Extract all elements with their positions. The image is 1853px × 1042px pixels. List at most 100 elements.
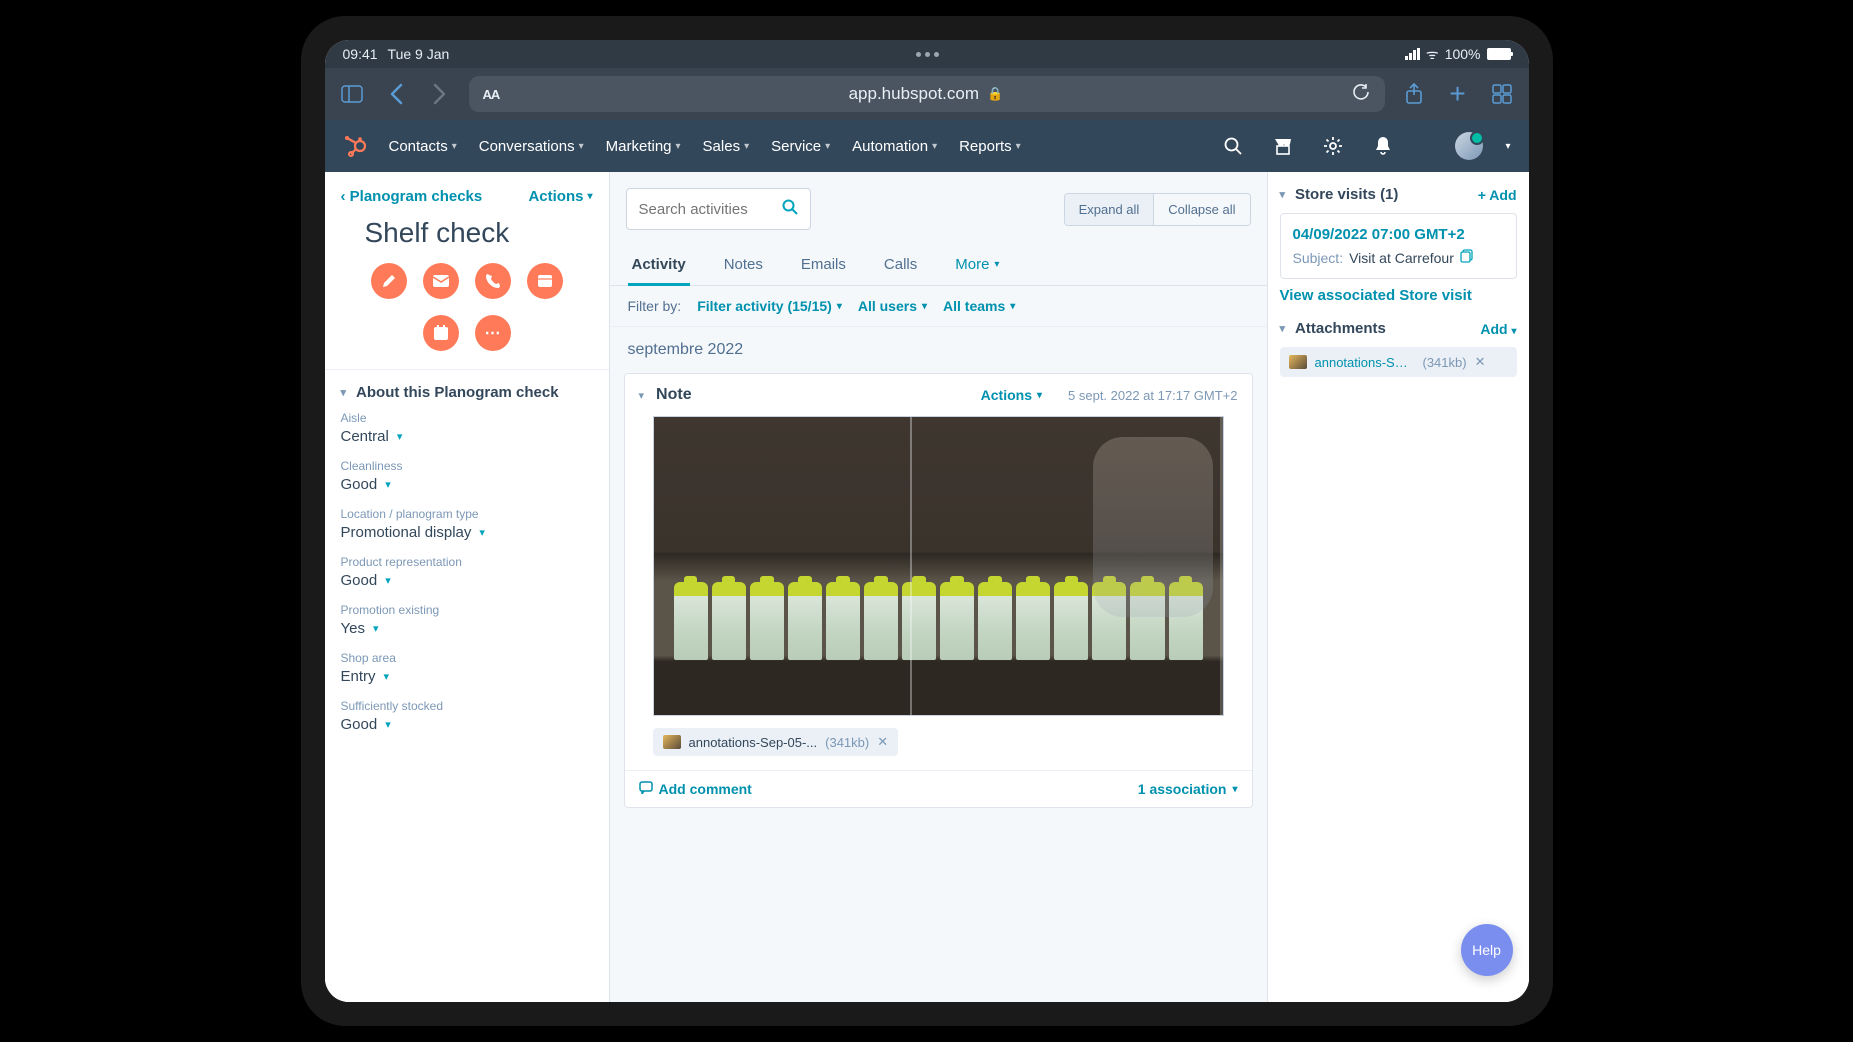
- help-button[interactable]: Help: [1461, 924, 1513, 976]
- url-text: app.hubspot.com: [849, 84, 979, 104]
- settings-icon[interactable]: [1319, 132, 1347, 160]
- nav-automation[interactable]: Automation▾: [852, 138, 937, 155]
- status-time: 09:41: [343, 46, 378, 62]
- about-section-title: About this Planogram check: [356, 384, 559, 401]
- task-button[interactable]: [423, 315, 459, 351]
- tab-notes[interactable]: Notes: [720, 246, 767, 285]
- comment-icon: [639, 781, 653, 797]
- battery-pct: 100%: [1445, 46, 1481, 62]
- sidebar-toggle-icon[interactable]: [337, 79, 367, 109]
- property-sufficiently-stocked-value[interactable]: Good▾: [341, 716, 593, 733]
- account-menu-caret-icon[interactable]: ▾: [1505, 141, 1510, 152]
- property-shop-area: Shop area Entry▾: [341, 651, 593, 685]
- property-location-type-value[interactable]: Promotional display▾: [341, 524, 593, 541]
- filter-teams[interactable]: All teams▾: [943, 298, 1015, 314]
- more-actions-button[interactable]: ⋯: [475, 315, 511, 351]
- nav-reports[interactable]: Reports▾: [959, 138, 1021, 155]
- user-avatar[interactable]: [1455, 132, 1483, 160]
- global-search-icon[interactable]: [1219, 132, 1247, 160]
- store-visits-title: Store visits (1): [1295, 186, 1398, 203]
- attachment-thumb-icon: [1289, 355, 1307, 369]
- note-attachment-remove-icon[interactable]: ✕: [877, 734, 888, 750]
- note-title: Note: [656, 386, 692, 404]
- property-aisle: Aisle Central▾: [341, 411, 593, 445]
- ipad-status-bar: 09:41 Tue 9 Jan ᯤ 100%: [325, 40, 1529, 68]
- attachment-name: annotations-Sep-0...: [1315, 355, 1415, 370]
- property-cleanliness: Cleanliness Good▾: [341, 459, 593, 493]
- record-actions-menu[interactable]: Actions▾: [528, 188, 592, 205]
- nav-service[interactable]: Service▾: [771, 138, 830, 155]
- compose-note-button[interactable]: [371, 263, 407, 299]
- search-icon[interactable]: [782, 199, 798, 220]
- note-actions-menu[interactable]: Actions▾: [981, 387, 1042, 403]
- property-sufficiently-stocked: Sufficiently stocked Good▾: [341, 699, 593, 733]
- nav-marketing[interactable]: Marketing▾: [606, 138, 681, 155]
- expand-all-button[interactable]: Expand all: [1065, 194, 1154, 225]
- property-list: Aisle Central▾ Cleanliness Good▾ Locatio…: [325, 411, 609, 745]
- share-icon[interactable]: [1399, 79, 1429, 109]
- attachments-toggle[interactable]: ▾ Attachments: [1280, 320, 1386, 337]
- property-promotion-existing-value[interactable]: Yes▾: [341, 620, 593, 637]
- nav-sales[interactable]: Sales▾: [703, 138, 750, 155]
- note-collapse-icon[interactable]: ▾: [639, 389, 645, 402]
- property-product-rep-value[interactable]: Good▾: [341, 572, 593, 589]
- email-button[interactable]: [423, 263, 459, 299]
- status-date: Tue 9 Jan: [388, 46, 450, 62]
- hubspot-top-nav: Contacts▾ Conversations▾ Marketing▾ Sale…: [325, 120, 1529, 172]
- attachment-chip[interactable]: annotations-Sep-0... (341kb) ✕: [1280, 347, 1517, 377]
- tab-emails[interactable]: Emails: [797, 246, 850, 285]
- note-card: ▾ Note Actions▾ 5 sept. 2022 at 17:17 GM…: [624, 373, 1253, 808]
- view-associated-visit-link[interactable]: View associated Store visit: [1280, 287, 1517, 304]
- url-bar[interactable]: AA app.hubspot.com 🔒: [469, 76, 1385, 112]
- reload-icon[interactable]: [1352, 83, 1370, 106]
- store-visit-card: 04/09/2022 07:00 GMT+2 Subject: Visit at…: [1280, 213, 1517, 279]
- safari-toolbar: AA app.hubspot.com 🔒 +: [325, 68, 1529, 120]
- call-button[interactable]: [475, 263, 511, 299]
- visit-subject-value: Visit at Carrefour: [1349, 250, 1454, 266]
- timeline-month-label: septembre 2022: [610, 327, 1267, 367]
- store-visits-toggle[interactable]: ▾ Store visits (1): [1280, 186, 1399, 203]
- attachment-thumb-icon: [663, 735, 681, 749]
- battery-icon: [1487, 48, 1511, 60]
- marketplace-icon[interactable]: [1269, 132, 1297, 160]
- hubspot-logo-icon[interactable]: [343, 134, 367, 158]
- log-button[interactable]: [527, 263, 563, 299]
- tab-activity[interactable]: Activity: [628, 246, 690, 285]
- property-location-type: Location / planogram type Promotional di…: [341, 507, 593, 541]
- property-aisle-value[interactable]: Central▾: [341, 428, 593, 445]
- property-cleanliness-value[interactable]: Good▾: [341, 476, 593, 493]
- note-image[interactable]: [653, 416, 1224, 716]
- breadcrumb-back[interactable]: ‹ Planogram checks: [341, 188, 483, 205]
- notifications-icon[interactable]: [1369, 132, 1397, 160]
- filter-activity[interactable]: Filter activity (15/15)▾: [697, 298, 842, 314]
- search-activities-field[interactable]: [639, 201, 772, 218]
- tab-more[interactable]: More▾: [951, 246, 1003, 285]
- about-section-toggle[interactable]: ▾ About this Planogram check: [325, 369, 609, 411]
- property-promotion-existing: Promotion existing Yes▾: [341, 603, 593, 637]
- collapse-all-button[interactable]: Collapse all: [1153, 194, 1249, 225]
- nav-back-icon[interactable]: [381, 79, 411, 109]
- visit-date-link[interactable]: 04/09/2022 07:00 GMT+2: [1293, 226, 1504, 243]
- tabs-icon[interactable]: [1487, 79, 1517, 109]
- nav-contacts[interactable]: Contacts▾: [389, 138, 457, 155]
- copy-icon[interactable]: [1460, 249, 1473, 266]
- tab-calls[interactable]: Calls: [880, 246, 921, 285]
- multitask-dots[interactable]: [916, 52, 939, 57]
- filter-users[interactable]: All users▾: [858, 298, 927, 314]
- attachment-remove-icon[interactable]: ✕: [1475, 354, 1486, 370]
- note-timestamp: 5 sept. 2022 at 17:17 GMT+2: [1068, 388, 1237, 403]
- reader-aa-icon[interactable]: AA: [483, 87, 500, 102]
- note-attachment-size: (341kb): [825, 735, 869, 750]
- new-tab-icon[interactable]: +: [1443, 79, 1473, 109]
- nav-forward-icon: [425, 79, 455, 109]
- add-attachment-button[interactable]: Add ▾: [1480, 321, 1516, 337]
- attachments-title: Attachments: [1295, 320, 1386, 337]
- search-activities-input[interactable]: [626, 188, 811, 230]
- add-comment-button[interactable]: Add comment: [639, 781, 752, 797]
- note-attachment-chip[interactable]: annotations-Sep-05-... (341kb) ✕: [653, 728, 899, 756]
- property-shop-area-value[interactable]: Entry▾: [341, 668, 593, 685]
- nav-conversations[interactable]: Conversations▾: [479, 138, 584, 155]
- signal-icon: [1405, 48, 1420, 60]
- associations-dropdown[interactable]: 1 association▾: [1138, 781, 1238, 797]
- add-store-visit-button[interactable]: + Add: [1478, 187, 1517, 203]
